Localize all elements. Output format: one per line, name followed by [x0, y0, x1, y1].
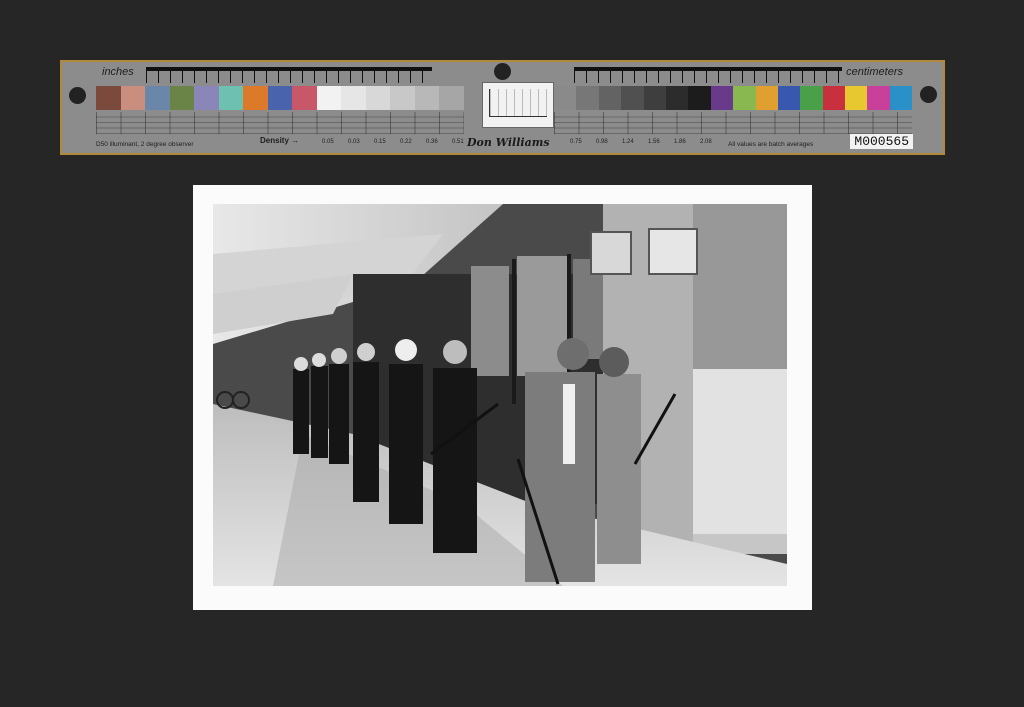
target-hole-center [494, 63, 511, 80]
color-patch [576, 86, 599, 110]
color-calibration-target: inches centimeters D50 illuminant, 2 deg… [60, 60, 945, 155]
left-data-rows [96, 112, 464, 134]
density-value: 1.24 [622, 139, 634, 145]
centimeters-label: centimeters [846, 66, 903, 78]
density-value: 0.15 [374, 139, 386, 145]
color-patch [822, 86, 846, 110]
wall-lamp-right [648, 228, 698, 275]
color-patch [96, 86, 121, 110]
density-value: 0.98 [596, 139, 608, 145]
color-patch [710, 86, 734, 110]
density-values-left: 0.05 0.03 0.15 0.22 0.36 0.51 [322, 139, 478, 145]
target-hole-left [69, 87, 86, 104]
color-patch [169, 86, 194, 110]
signature: Don Williams [467, 136, 550, 149]
grayscale-mini-chart [482, 82, 554, 128]
color-patch [688, 86, 711, 110]
right-color-patches [554, 86, 913, 110]
color-patch [365, 86, 390, 110]
color-patch [665, 86, 689, 110]
density-value: 1.86 [674, 139, 686, 145]
left-color-patches [96, 86, 464, 110]
density-values-right: 0.75 0.98 1.24 1.56 1.86 2.08 [570, 139, 726, 145]
color-patch [643, 86, 666, 110]
wall-lamp-left [590, 231, 632, 275]
photo-print [193, 185, 812, 610]
color-patch [414, 86, 439, 110]
color-patch [621, 86, 644, 110]
color-patch [316, 86, 341, 110]
density-value: 2.08 [700, 139, 712, 145]
color-patch [800, 86, 823, 110]
density-value: 1.56 [648, 139, 660, 145]
color-patch [755, 86, 778, 110]
color-patch [390, 86, 415, 110]
color-patch [292, 86, 317, 110]
color-patch [845, 86, 868, 110]
color-patch [341, 86, 366, 110]
color-patch [777, 86, 801, 110]
illuminant-note: D50 illuminant, 2 degree observer [96, 141, 194, 148]
item-id-label: M000565 [850, 134, 913, 149]
density-value: 0.05 [322, 139, 334, 145]
values-note: All values are batch averages [728, 141, 814, 148]
color-patch [867, 86, 890, 110]
color-patch [598, 86, 622, 110]
color-patch [554, 86, 577, 110]
color-patch [733, 86, 756, 110]
density-value: 0.22 [400, 139, 412, 145]
density-value: 0.75 [570, 139, 582, 145]
color-patch [194, 86, 219, 110]
density-label: Density → [260, 136, 300, 145]
target-hole-right [920, 86, 937, 103]
color-patch [439, 86, 464, 110]
color-patch [243, 86, 268, 110]
color-patch [218, 86, 243, 110]
color-patch [889, 86, 913, 110]
police-line-photo [213, 204, 787, 586]
color-patch [267, 86, 292, 110]
centimeter-ruler [574, 67, 842, 83]
density-value: 0.36 [426, 139, 438, 145]
color-patch [120, 86, 145, 110]
density-value: 0.03 [348, 139, 360, 145]
color-patch [145, 86, 170, 110]
inch-ruler [146, 67, 432, 83]
inches-label: inches [102, 66, 134, 78]
right-data-rows [554, 112, 912, 134]
